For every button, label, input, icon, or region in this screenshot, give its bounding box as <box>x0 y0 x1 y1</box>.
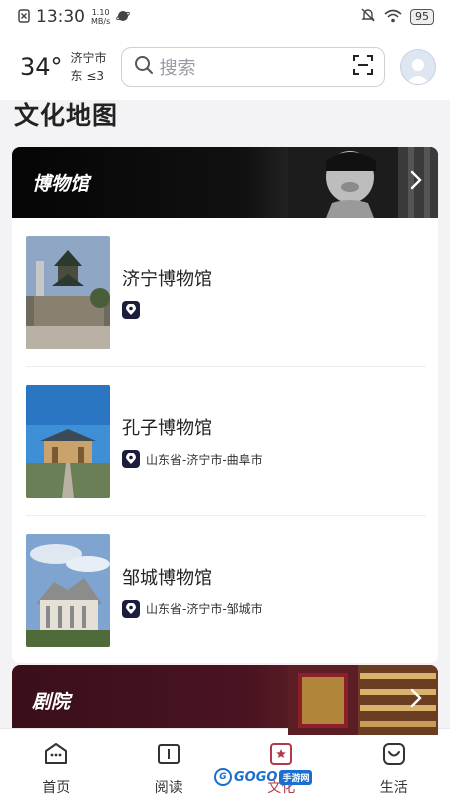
chevron-right-icon[interactable] <box>410 170 422 196</box>
museum-section-title: 博物馆 <box>32 173 90 195</box>
search-icon <box>134 55 154 79</box>
museum-banner[interactable]: 博物馆 <box>12 147 438 218</box>
watermark-badge: 手游网 <box>279 769 313 785</box>
battery-indicator: 95 <box>410 9 434 25</box>
theater-banner[interactable]: 剧院 <box>12 665 438 735</box>
weather-info: 济宁市 东 ≤3 <box>71 49 107 85</box>
location-pin-icon <box>122 599 140 618</box>
scan-icon[interactable] <box>352 54 374 80</box>
watermark-text: GOGO <box>234 769 278 785</box>
net-speed-unit: MB/s <box>91 17 111 26</box>
net-speed-value: 1.10 <box>91 8 110 17</box>
watermark-logo: G GOGO 手游网 <box>214 768 313 786</box>
nav-culture[interactable]: 文化 <box>225 729 338 800</box>
theater-section-title: 剧院 <box>32 691 71 713</box>
nav-home[interactable]: 首页 <box>0 729 113 800</box>
museum-location: 山东省-济宁市-邹城市 <box>146 602 263 616</box>
museum-name: 孔子博物馆 <box>122 418 212 439</box>
city-name: 济宁市 <box>70 51 107 65</box>
bottom-nav: 首页 阅读 文化 生活 <box>0 728 450 800</box>
home-icon <box>43 741 69 771</box>
list-item[interactable]: 邹城博物馆 山东省-济宁市-邹城市 <box>26 516 426 663</box>
status-time: 13:30 <box>36 7 85 27</box>
list-item[interactable]: 孔子博物馆 山东省-济宁市-曲阜市 <box>26 367 426 516</box>
nav-reading-label: 阅读 <box>154 780 183 796</box>
nav-reading[interactable]: 阅读 <box>113 729 226 800</box>
notification-icon <box>18 8 30 27</box>
life-icon <box>381 741 407 771</box>
location-row: 山东省-济宁市-邹城市 <box>122 599 263 618</box>
museum-thumbnail <box>26 534 110 647</box>
nav-life[interactable]: 生活 <box>338 729 450 800</box>
temperature: 34° <box>20 53 63 81</box>
museum-thumbnail <box>26 235 110 349</box>
search-input[interactable]: 搜索 <box>120 47 385 87</box>
avatar[interactable] <box>400 49 436 85</box>
culture-icon <box>268 741 294 771</box>
location-row: 山东省-济宁市-曲阜市 <box>122 450 263 468</box>
status-bar: 13:30 1.10 MB/s 95 <box>0 0 450 34</box>
chevron-right-icon[interactable] <box>410 688 422 714</box>
wifi-icon <box>384 8 402 27</box>
location-row <box>122 301 212 319</box>
theater-section: 剧院 <box>12 665 438 735</box>
nav-life-label: 生活 <box>379 780 408 796</box>
location-pin-icon <box>122 450 140 468</box>
mute-icon <box>360 7 376 27</box>
watermark-icon: G <box>214 768 232 786</box>
museum-name: 邹城博物馆 <box>122 567 212 589</box>
list-item[interactable]: 济宁博物馆 <box>26 218 426 367</box>
museum-name: 济宁博物馆 <box>122 269 212 290</box>
page-title: 文化地图 <box>14 101 119 130</box>
location-pin-icon <box>122 301 140 319</box>
wind-info: 东 ≤3 <box>70 69 105 83</box>
header: 34° 济宁市 东 ≤3 搜索 <box>0 34 450 100</box>
search-placeholder: 搜索 <box>159 58 196 79</box>
museum-location: 山东省-济宁市-曲阜市 <box>146 452 263 467</box>
museum-section: 博物馆 济宁博物馆 孔子博物馆 山东省-济宁市-曲阜市 邹城博物馆 山东省-济宁… <box>12 147 438 663</box>
museum-thumbnail <box>26 384 110 498</box>
net-speed: 1.10 MB/s <box>91 8 110 26</box>
nav-home-label: 首页 <box>42 780 71 796</box>
book-icon <box>156 741 182 771</box>
planet-icon <box>116 8 131 27</box>
